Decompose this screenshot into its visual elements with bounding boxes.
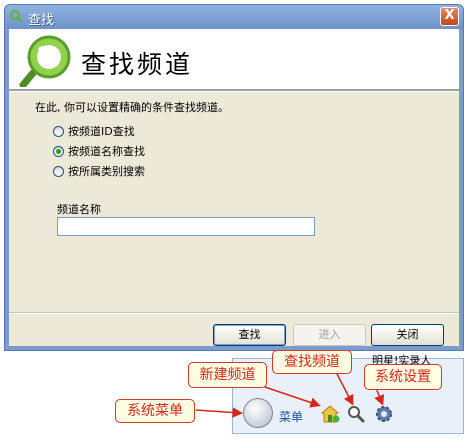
- callout-new-channel: 新建频道: [188, 362, 267, 388]
- settings-gear-icon[interactable]: [374, 404, 394, 424]
- option-by-category[interactable]: 按所属类别搜索: [53, 163, 145, 179]
- search-icon: [10, 10, 23, 23]
- system-menu-button[interactable]: [243, 398, 273, 428]
- new-channel-icon[interactable]: [320, 404, 340, 424]
- option-label: 按频道ID查找: [68, 125, 135, 138]
- option-label: 按所属类别搜索: [68, 165, 145, 178]
- close-button[interactable]: 关闭: [371, 324, 444, 346]
- title-bar[interactable]: 查找 X: [5, 5, 463, 29]
- callout-system-menu: 系统菜单: [115, 399, 195, 423]
- channel-name-label: 频道名称: [57, 203, 101, 216]
- header-divider: [9, 89, 459, 92]
- radio-by-name[interactable]: [53, 145, 64, 157]
- intro-text: 在此, 你可以设置精确的条件查找频道。: [35, 101, 229, 114]
- option-by-name[interactable]: 按频道名称查找: [53, 143, 145, 159]
- window-title: 查找: [28, 13, 55, 28]
- dialog-heading: 查找频道: [81, 50, 194, 79]
- option-by-id[interactable]: 按频道ID查找: [53, 123, 135, 139]
- find-dialog: 查找 X 查找频道 在此, 你可以设置精确的条件查找频道。 按频道ID查找 按频…: [4, 4, 464, 351]
- radio-by-id[interactable]: [53, 125, 64, 137]
- enter-button[interactable]: 进入: [293, 324, 366, 346]
- radio-by-category[interactable]: [53, 165, 64, 177]
- callout-find-channel: 查找频道: [272, 350, 352, 374]
- callout-system-settings: 系统设置: [364, 364, 442, 390]
- search-button[interactable]: 查找: [213, 324, 286, 346]
- footer-divider: [9, 312, 459, 314]
- channel-name-input[interactable]: [57, 217, 315, 236]
- magnifier-logo-icon: [19, 35, 71, 87]
- find-channel-icon[interactable]: [347, 405, 365, 423]
- header-banner: 查找频道: [9, 29, 459, 89]
- close-window-button[interactable]: X: [440, 7, 459, 26]
- menu-label[interactable]: 菜单: [279, 408, 303, 425]
- option-label: 按频道名称查找: [68, 145, 145, 158]
- dialog-body: 查找频道 在此, 你可以设置精确的条件查找频道。 按频道ID查找 按频道名称查找…: [9, 29, 459, 346]
